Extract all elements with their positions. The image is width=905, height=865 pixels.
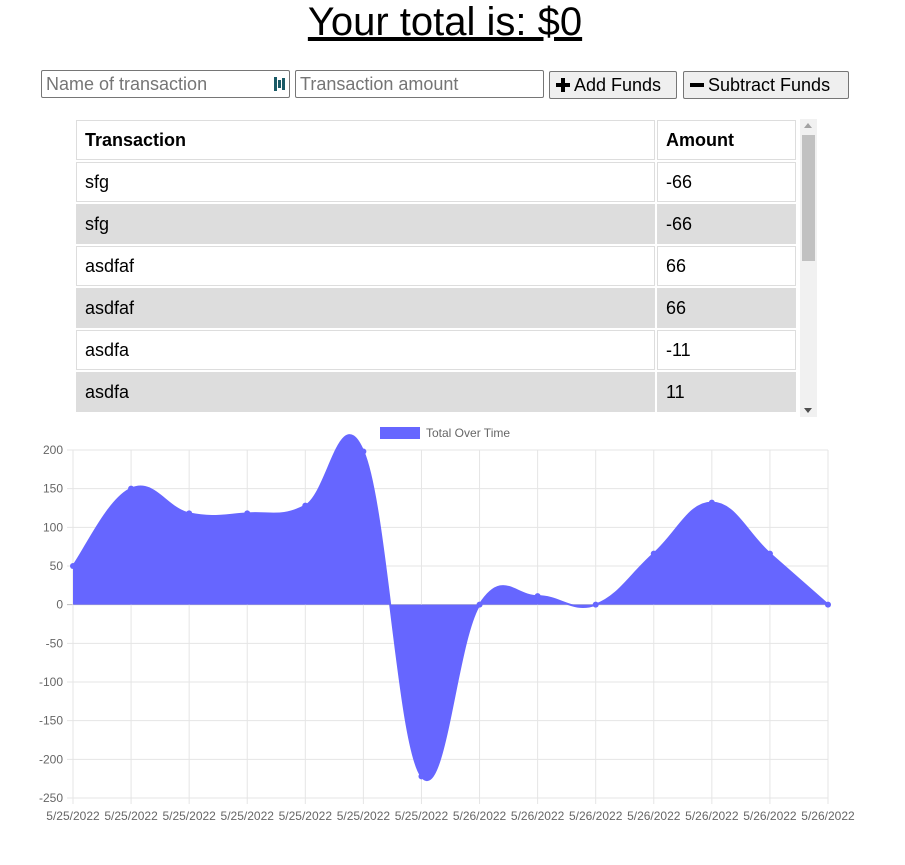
transaction-name-cell: asdfa	[76, 330, 655, 370]
subtract-funds-button[interactable]: Subtract Funds	[683, 71, 849, 99]
data-point	[128, 485, 135, 492]
transaction-amount-input[interactable]	[295, 70, 544, 98]
x-tick-label: 5/25/2022	[46, 809, 100, 823]
y-tick-label: -100	[39, 675, 63, 689]
total-heading: Your total is: $0	[307, 0, 583, 44]
table-scrollbar[interactable]	[800, 119, 817, 417]
x-tick-label: 5/25/2022	[104, 809, 158, 823]
total-over-time-chart: 200 150 100 50 0 -50 -100 -150 -200 -250 5/25/2022…	[39, 426, 855, 823]
x-tick-label: 5/26/2022	[685, 809, 739, 823]
y-tick-label: -50	[46, 636, 64, 650]
scrollbar-thumb[interactable]	[802, 135, 815, 261]
x-tick-label: 5/25/2022	[337, 809, 391, 823]
transaction-name-cell: asdfa	[76, 372, 655, 412]
data-point	[186, 510, 193, 517]
add-funds-button[interactable]: Add Funds	[549, 71, 677, 99]
scroll-up-arrow-icon[interactable]	[804, 123, 812, 128]
transactions-table: Transaction Amount sfg -66 sfg -66 asdfa…	[75, 119, 798, 414]
x-tick-label: 5/26/2022	[569, 809, 623, 823]
transaction-amount-cell: 11	[657, 372, 796, 412]
table-row: asdfaf 66	[76, 288, 796, 328]
data-point	[418, 773, 425, 780]
y-tick-label: 200	[43, 443, 63, 457]
x-tick-label: 5/25/2022	[279, 809, 333, 823]
table-row: asdfaf 66	[76, 246, 796, 286]
y-tick-label: 100	[43, 520, 63, 534]
data-point	[70, 563, 76, 569]
x-tick-label: 5/26/2022	[743, 809, 797, 823]
x-tick-label: 5/26/2022	[453, 809, 507, 823]
series-area	[73, 435, 828, 781]
transaction-amount-cell: -11	[657, 330, 796, 370]
transaction-name-cell: sfg	[76, 162, 655, 202]
table-row: asdfa -11	[76, 330, 796, 370]
y-tick-label: 50	[50, 559, 64, 573]
data-point	[650, 550, 657, 557]
x-tick-label: 5/26/2022	[801, 809, 855, 823]
data-point	[360, 448, 367, 455]
add-funds-label: Add Funds	[574, 74, 662, 95]
y-tick-label: -250	[39, 791, 63, 805]
data-point	[708, 499, 715, 506]
table-row: sfg -66	[76, 204, 796, 244]
x-tick-label: 5/26/2022	[627, 809, 681, 823]
data-point	[766, 550, 773, 557]
data-point	[592, 601, 599, 608]
x-tick-label: 5/25/2022	[221, 809, 275, 823]
x-tick-label: 5/25/2022	[162, 809, 216, 823]
data-point	[476, 601, 483, 608]
table-row: sfg -66	[76, 162, 796, 202]
transactions-table-container[interactable]: Transaction Amount sfg -66 sfg -66 asdfa…	[75, 119, 817, 417]
x-tick-label: 5/25/2022	[395, 809, 449, 823]
scroll-down-arrow-icon[interactable]	[804, 408, 812, 413]
transaction-name-input[interactable]	[41, 70, 290, 98]
table-row: asdfa 11	[76, 372, 796, 412]
transaction-name-cell: asdfaf	[76, 288, 655, 328]
legend-label: Total Over Time	[426, 426, 510, 440]
x-tick-label: 5/26/2022	[511, 809, 565, 823]
transaction-amount-cell: 66	[657, 288, 796, 328]
data-point	[825, 601, 831, 608]
column-header-transaction: Transaction	[76, 120, 655, 160]
transaction-amount-cell: 66	[657, 246, 796, 286]
y-tick-label: -200	[39, 752, 63, 766]
y-tick-label: 150	[43, 482, 63, 496]
transaction-name-cell: sfg	[76, 204, 655, 244]
column-header-amount: Amount	[657, 120, 796, 160]
password-manager-icon[interactable]	[274, 77, 285, 91]
y-tick-label: -150	[39, 714, 63, 728]
data-point	[302, 502, 309, 509]
table-header-row: Transaction Amount	[76, 120, 796, 160]
legend-swatch	[380, 427, 420, 439]
transaction-amount-cell: -66	[657, 204, 796, 244]
y-tick-label: 0	[56, 598, 63, 612]
minus-icon	[690, 83, 704, 87]
plus-icon	[556, 78, 570, 92]
data-point	[244, 510, 251, 517]
transaction-amount-cell: -66	[657, 162, 796, 202]
transaction-name-cell: asdfaf	[76, 246, 655, 286]
subtract-funds-label: Subtract Funds	[708, 74, 831, 95]
data-point	[534, 593, 541, 600]
